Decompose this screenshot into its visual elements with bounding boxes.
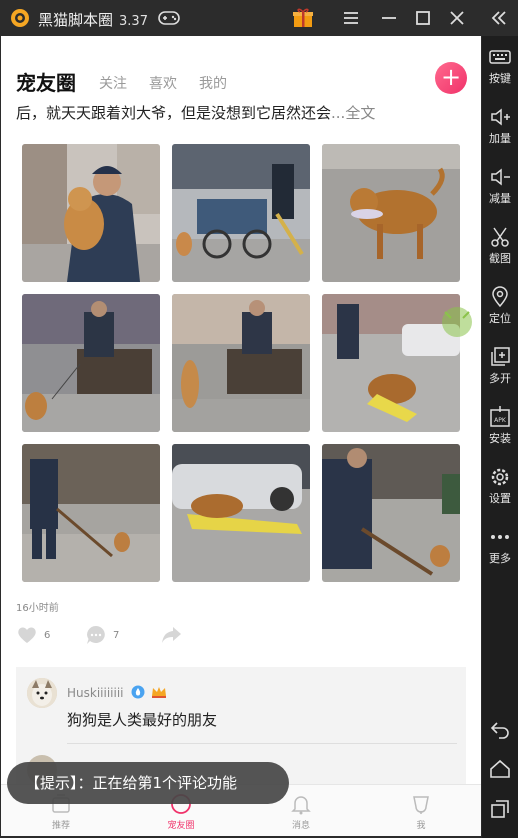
water-drop-badge-icon — [131, 685, 145, 699]
collapse-sidebar-icon[interactable] — [484, 6, 514, 30]
comment-count: 7 — [113, 630, 120, 641]
sidebar-item-label: 多开 — [489, 372, 511, 385]
like-button[interactable]: 6 — [16, 624, 56, 650]
cup-icon — [413, 796, 429, 814]
post-actions: 6 7 — [16, 624, 466, 650]
sidebar-item-screenshot[interactable]: 截图 — [482, 226, 518, 266]
tab-like[interactable]: 喜欢 — [149, 73, 177, 93]
post-photo[interactable] — [22, 144, 160, 282]
android-float-icon[interactable] — [439, 304, 475, 340]
sidebar-item-keys[interactable]: 按键 — [482, 46, 518, 86]
app-screen: 宠友圈 关注 喜欢 我的 + 后，就天天跟着刘大爷，但是没想到它居然还会...全… — [1, 36, 481, 836]
sidebar-item-label: 加量 — [489, 132, 511, 145]
nav-label: 推荐 — [51, 821, 70, 831]
crown-badge-icon — [152, 687, 167, 698]
multi-instance-icon — [491, 347, 510, 366]
sidebar-item-multi[interactable]: 多开 — [482, 346, 518, 386]
nav-me[interactable]: 我 — [391, 793, 451, 831]
tab-follow[interactable]: 关注 — [99, 73, 127, 93]
emulator-titlebar: 黑猫脚本圈 3.37 — [0, 0, 518, 36]
photo-grid — [22, 144, 462, 582]
gamepad-icon[interactable] — [158, 10, 180, 26]
scissors-icon — [491, 227, 509, 247]
emulator-sidebar: 按键 加量 减量 截图 定位 多开 APK 安装 设置 更多 — [482, 36, 518, 838]
cat-logo-icon — [11, 9, 29, 27]
tab-mine[interactable]: 我的 — [199, 73, 227, 93]
emulator-title: 黑猫脚本圈 3.37 — [38, 9, 148, 30]
minimize-icon[interactable] — [378, 7, 400, 29]
home-icon[interactable] — [489, 758, 511, 780]
post-photo[interactable] — [22, 294, 160, 432]
page-header: 宠友圈 关注 喜欢 我的 + — [1, 62, 481, 102]
sidebar-item-label: 减量 — [489, 192, 511, 205]
avatar[interactable] — [27, 678, 57, 708]
like-count: 6 — [44, 630, 51, 641]
volume-down-icon — [491, 168, 510, 186]
post-photo[interactable] — [22, 444, 160, 582]
heart-icon — [18, 627, 36, 643]
apk-install-icon: APK — [490, 406, 510, 427]
back-icon[interactable] — [489, 718, 511, 740]
close-icon[interactable] — [446, 7, 468, 29]
nav-label: 我 — [416, 821, 426, 831]
menu-icon[interactable] — [340, 7, 362, 29]
emulator-title-text: 黑猫脚本圈 — [38, 11, 114, 29]
gift-icon[interactable] — [292, 7, 314, 29]
comment-text: 狗狗是人类最好的朋友 — [67, 711, 218, 729]
gear-icon — [491, 468, 509, 486]
sidebar-item-location[interactable]: 定位 — [482, 286, 518, 326]
divider — [67, 743, 457, 744]
sidebar-item-more[interactable]: 更多 — [482, 526, 518, 566]
comment-bubble-icon — [87, 626, 105, 644]
post-photo[interactable] — [172, 294, 310, 432]
post-photo[interactable] — [322, 444, 460, 582]
add-post-button[interactable]: + — [435, 62, 467, 94]
sidebar-item-install[interactable]: APK 安装 — [482, 406, 518, 446]
dog-avatar-icon — [27, 678, 57, 708]
sidebar-item-label: 设置 — [489, 492, 511, 505]
emulator-version: 3.37 — [119, 14, 148, 29]
share-button[interactable] — [160, 624, 186, 650]
sidebar-item-volume-down[interactable]: 减量 — [482, 166, 518, 206]
expand-text-link[interactable]: ...全文 — [331, 104, 375, 122]
post-text: 后，就天天跟着刘大爷，但是没想到它居然还会...全文 — [16, 102, 471, 123]
recent-apps-icon[interactable] — [489, 798, 511, 820]
sidebar-item-label: 定位 — [489, 312, 511, 325]
sidebar-item-settings[interactable]: 设置 — [482, 466, 518, 506]
page-title: 宠友圈 — [16, 71, 76, 95]
svg-text:APK: APK — [494, 417, 507, 424]
keyboard-icon — [489, 50, 511, 64]
volume-up-icon — [491, 108, 510, 126]
post-photo[interactable] — [172, 444, 310, 582]
maximize-icon[interactable] — [412, 7, 434, 29]
bell-icon — [291, 796, 311, 815]
nav-label: 宠友圈 — [167, 821, 195, 831]
toast-message: 【提示】：正在给第1个评论功能 — [7, 762, 289, 804]
sidebar-item-label: 安装 — [489, 432, 511, 445]
post-time: 16小时前 — [16, 603, 59, 614]
sidebar-item-label: 截图 — [489, 252, 511, 265]
username-text: Huskiiiiiiii — [67, 686, 124, 700]
comment-button[interactable]: 7 — [85, 624, 125, 650]
post-body: 后，就天天跟着刘大爷，但是没想到它居然还会 — [16, 104, 332, 122]
sidebar-item-label: 更多 — [489, 552, 511, 565]
post-photo[interactable] — [172, 144, 310, 282]
comment-username[interactable]: Huskiiiiiiii — [67, 685, 167, 700]
sidebar-item-volume-up[interactable]: 加量 — [482, 106, 518, 146]
more-dots-icon — [491, 535, 509, 539]
post-photo[interactable] — [322, 144, 460, 282]
sidebar-item-label: 按键 — [489, 72, 511, 85]
location-pin-icon — [492, 286, 508, 308]
share-arrow-icon — [162, 627, 181, 643]
nav-label: 消息 — [291, 821, 310, 831]
